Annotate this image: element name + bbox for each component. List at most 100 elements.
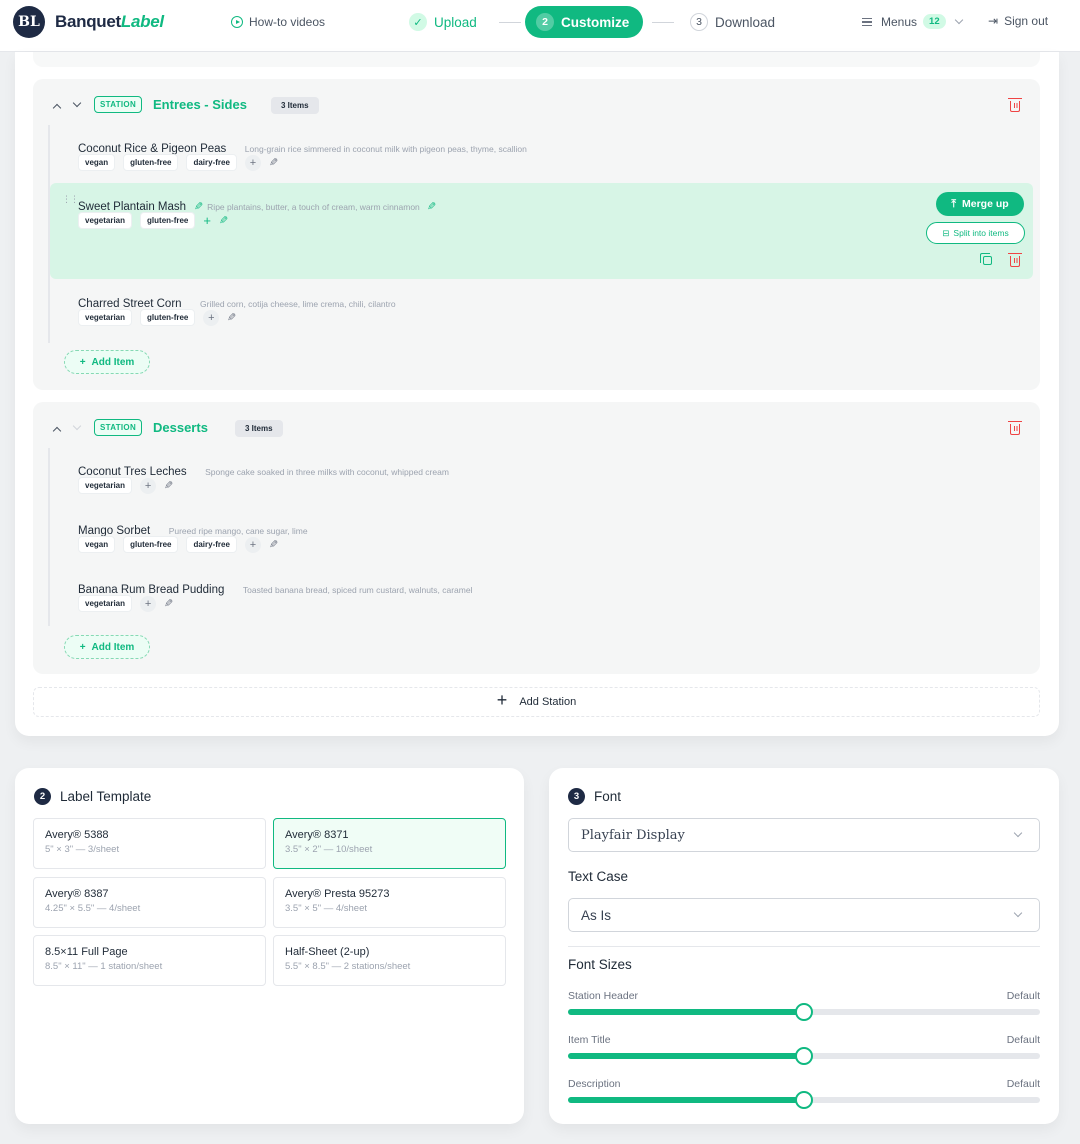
template-option[interactable]: Avery® Presta 95273 3.5" × 5" — 4/sheet: [273, 877, 506, 928]
edit-tags-icon[interactable]: ✎: [269, 156, 278, 169]
howto-videos-link[interactable]: How-to videos: [231, 15, 325, 29]
chevron-up-icon[interactable]: [52, 426, 62, 436]
dietary-tag[interactable]: gluten-free: [123, 536, 179, 553]
step-customize[interactable]: 2 Customize: [525, 6, 643, 38]
item-description[interactable]: Toasted banana bread, spiced rum custard…: [243, 585, 473, 595]
sign-out-button[interactable]: ⇥ Sign out: [988, 14, 1048, 28]
chevron-down-icon: [1013, 908, 1023, 918]
item-description[interactable]: Ripe plantains, butter, a touch of cream…: [207, 202, 420, 212]
edit-tags-icon[interactable]: ✎: [269, 538, 278, 551]
list-item[interactable]: Mango Sorbet Pureed ripe mango, cane sug…: [78, 521, 308, 553]
add-item-button[interactable]: + Add Item: [64, 350, 150, 374]
step-number: 2: [34, 788, 51, 805]
step-download[interactable]: 3 Download: [690, 6, 775, 38]
drag-handle-icon[interactable]: ⋮⋮: [62, 195, 79, 204]
template-option[interactable]: Avery® 8387 4.25" × 5.5" — 4/sheet: [33, 877, 266, 928]
font-panel: 3 Font Playfair Display Text Case As Is …: [549, 768, 1059, 1124]
slider-fill: [568, 1097, 804, 1103]
slider-description: Description Default: [568, 1078, 1040, 1109]
font-select[interactable]: Playfair Display: [568, 818, 1040, 852]
station-card: STATION Desserts 3 Items Coconut Tres Le…: [33, 402, 1040, 674]
add-tag-button[interactable]: +: [203, 309, 220, 326]
dietary-tag[interactable]: vegetarian: [78, 309, 133, 326]
dietary-tag[interactable]: vegan: [78, 536, 116, 553]
split-into-items-button[interactable]: ⊟ Split into items: [926, 222, 1025, 244]
item-description[interactable]: Pureed ripe mango, cane sugar, lime: [169, 526, 308, 536]
step-upload[interactable]: ✓ Upload: [409, 6, 477, 38]
item-description[interactable]: Long-grain rice simmered in coconut milk…: [245, 144, 527, 154]
chevron-up-icon[interactable]: [52, 103, 62, 113]
dietary-tag[interactable]: gluten-free: [140, 309, 196, 326]
items-count-badge: 3 Items: [271, 97, 319, 114]
list-item[interactable]: Charred Street Corn Grilled corn, cotija…: [78, 294, 396, 326]
list-item[interactable]: Coconut Tres Leches Sponge cake soaked i…: [78, 462, 449, 494]
add-station-button[interactable]: + Add Station: [33, 687, 1040, 717]
list-item[interactable]: Coconut Rice & Pigeon Peas Long-grain ri…: [78, 139, 527, 171]
text-case-select[interactable]: As Is: [568, 898, 1040, 932]
selected-list-item[interactable]: ⋮⋮ Sweet Plantain Mash ✎ Ripe plantains,…: [50, 183, 1033, 279]
dietary-tag[interactable]: vegetarian: [78, 477, 133, 494]
add-tag-button[interactable]: +: [244, 536, 261, 553]
delete-station-icon[interactable]: [1008, 98, 1022, 112]
step-connector: [499, 22, 521, 23]
add-item-button[interactable]: + Add Item: [64, 635, 150, 659]
edit-tags-icon[interactable]: ✎: [227, 311, 236, 324]
slider-item-title: Item Title Default: [568, 1034, 1040, 1065]
add-tag-button[interactable]: +: [244, 154, 261, 171]
tag-list: vegetarian gluten-free + ✎: [78, 309, 237, 326]
dietary-tag[interactable]: gluten-free: [123, 154, 179, 171]
arrow-up-icon: ⤒: [951, 197, 956, 210]
menus-dropdown[interactable]: Menus 12: [862, 14, 963, 29]
menus-count-badge: 12: [923, 14, 946, 29]
add-tag-button[interactable]: +: [203, 213, 211, 228]
play-circle-icon: [231, 16, 243, 28]
chevron-down-icon[interactable]: [72, 98, 82, 108]
slider-track[interactable]: [568, 1003, 1040, 1021]
dietary-tag[interactable]: vegan: [78, 154, 116, 171]
dietary-tag[interactable]: gluten-free: [140, 212, 196, 229]
brand-name[interactable]: BanquetLabel: [55, 12, 164, 32]
template-option-selected[interactable]: Avery® 8371 3.5" × 2" — 10/sheet: [273, 818, 506, 869]
delete-station-icon[interactable]: [1008, 421, 1022, 435]
dietary-tag[interactable]: vegetarian: [78, 595, 133, 612]
top-navigation-bar: BL BanquetLabel How-to videos ✓ Upload 2…: [0, 0, 1080, 52]
merge-up-button[interactable]: ⤒ Merge up: [936, 192, 1024, 216]
duplicate-icon[interactable]: [980, 253, 992, 265]
previous-station-bottom: [33, 52, 1040, 67]
tag-list: vegan gluten-free dairy-free + ✎: [78, 154, 278, 171]
slider-thumb[interactable]: [795, 1003, 813, 1021]
panel-title: 3 Font: [568, 788, 621, 805]
template-option[interactable]: Avery® 5388 5" × 3" — 3/sheet: [33, 818, 266, 869]
station-name[interactable]: Desserts: [153, 420, 208, 435]
chevron-down-icon: [954, 15, 963, 25]
slider-thumb[interactable]: [795, 1091, 813, 1109]
item-description[interactable]: Grilled corn, cotija cheese, lime crema,…: [200, 299, 396, 309]
slider-track[interactable]: [568, 1047, 1040, 1065]
tag-list: vegan gluten-free dairy-free + ✎: [78, 536, 278, 553]
tag-list: vegetarian + ✎: [78, 477, 173, 494]
dietary-tag[interactable]: vegetarian: [78, 212, 133, 229]
dietary-tag[interactable]: dairy-free: [186, 536, 237, 553]
station-name[interactable]: Entrees - Sides: [153, 97, 247, 112]
slider-thumb[interactable]: [795, 1047, 813, 1065]
label-template-panel: 2 Label Template Avery® 5388 5" × 3" — 3…: [15, 768, 524, 1124]
list-item[interactable]: Banana Rum Bread Pudding Toasted banana …: [78, 580, 473, 612]
template-option[interactable]: 8.5×11 Full Page 8.5" × 11" — 1 station/…: [33, 935, 266, 986]
delete-item-icon[interactable]: [1008, 253, 1022, 267]
split-icon: ⊟: [942, 227, 950, 238]
edit-tags-icon[interactable]: ✎: [164, 597, 173, 610]
chevron-down-icon: [72, 421, 82, 431]
item-description[interactable]: Sponge cake soaked in three milks with c…: [205, 467, 449, 477]
slider-track[interactable]: [568, 1091, 1040, 1109]
station-badge: STATION: [94, 96, 143, 113]
dietary-tag[interactable]: dairy-free: [186, 154, 237, 171]
edit-tags-icon[interactable]: ✎: [219, 214, 228, 227]
edit-tags-icon[interactable]: ✎: [164, 479, 173, 492]
add-tag-button[interactable]: +: [140, 595, 157, 612]
template-option[interactable]: Half-Sheet (2-up) 5.5" × 8.5" — 2 statio…: [273, 935, 506, 986]
add-tag-button[interactable]: +: [140, 477, 157, 494]
plus-icon: +: [79, 356, 86, 368]
logo-icon[interactable]: BL: [13, 6, 45, 38]
edit-description-icon[interactable]: ✎: [427, 200, 436, 213]
divider: [568, 946, 1040, 947]
